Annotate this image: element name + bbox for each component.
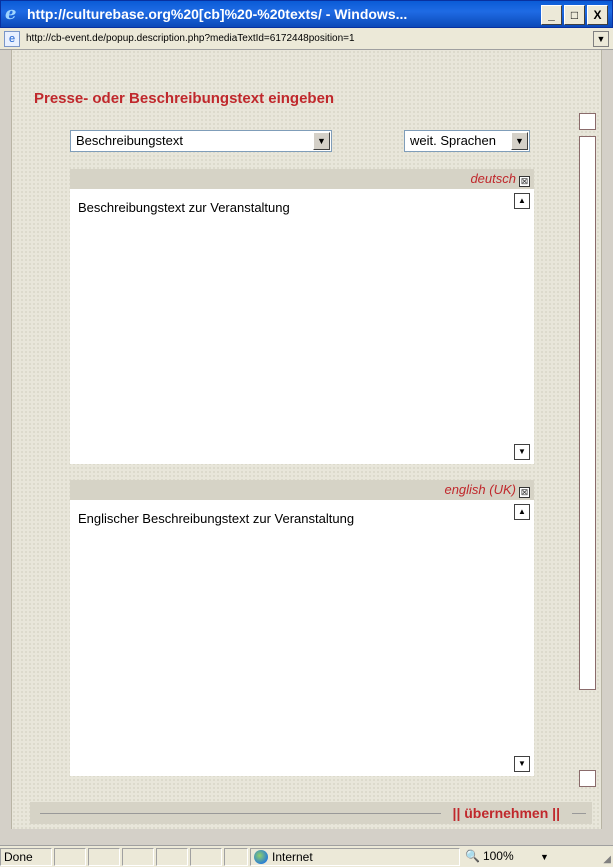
language-select-value: weit. Sprachen — [410, 133, 496, 148]
textarea-content: Beschreibungstext zur Veranstaltung — [78, 200, 290, 215]
maximize-button[interactable]: □ — [564, 5, 585, 25]
page-icon: e — [4, 30, 20, 47]
ie-logo-icon: e — [5, 3, 17, 24]
minimize-button[interactable]: _ — [541, 5, 562, 25]
close-button[interactable]: X — [587, 5, 608, 25]
address-dropdown-button[interactable]: ▼ — [593, 30, 609, 47]
text-type-select[interactable]: Beschreibungstext ▼ — [70, 130, 332, 152]
apply-button[interactable]: || übernehmen || — [453, 805, 560, 821]
address-url[interactable]: http://cb-event.de/popup.description.php… — [26, 33, 593, 44]
window-title: http://culturebase.org%20[cb]%20-%20text… — [27, 6, 408, 22]
page-content: Presse- oder Beschreibungstext eingeben … — [11, 50, 602, 829]
scroll-up-icon[interactable]: ▲ — [514, 504, 530, 520]
status-bar: Done Internet 🔍 100% ▼ ◢ — [0, 845, 613, 867]
zoom-level: 100% — [482, 848, 514, 863]
description-textarea-english[interactable]: Englischer Beschreibungstext zur Veranst… — [70, 500, 534, 776]
scroll-down-icon[interactable]: ▼ — [514, 756, 530, 772]
section-header-deutsch: deutsch ⊠ — [70, 169, 534, 189]
chevron-down-icon[interactable]: ▼ — [511, 132, 528, 150]
status-cell — [224, 847, 248, 866]
zoom-dropdown-icon[interactable]: ▼ — [540, 852, 549, 862]
divider — [572, 812, 586, 814]
remove-section-icon[interactable]: ⊠ — [519, 176, 530, 187]
status-cell — [54, 847, 86, 866]
resize-grip-icon[interactable]: ◢ — [603, 854, 611, 865]
zoom-icon: 🔍 — [465, 848, 480, 863]
page-scroll-up-button[interactable] — [579, 113, 596, 130]
status-cell — [156, 847, 188, 866]
text-type-value: Beschreibungstext — [76, 133, 183, 148]
description-textarea-deutsch[interactable]: Beschreibungstext zur Veranstaltung ▲ ▼ — [70, 189, 534, 464]
status-cell — [122, 847, 154, 866]
globe-icon — [254, 849, 268, 864]
address-bar: e http://cb-event.de/popup.description.p… — [0, 28, 613, 50]
section-header-english: english (UK) ⊠ — [70, 480, 534, 500]
page-scrollbar-track[interactable] — [579, 136, 596, 690]
zoom-control[interactable]: 🔍 100% — [462, 848, 534, 866]
window-controls: _ □ X — [541, 5, 608, 25]
footer-bar: || übernehmen || — [30, 802, 592, 824]
divider — [40, 812, 441, 814]
language-select[interactable]: weit. Sprachen ▼ — [404, 130, 530, 152]
section-lang-label: deutsch — [470, 171, 516, 186]
scroll-down-icon[interactable]: ▼ — [514, 444, 530, 460]
status-text: Done — [0, 847, 52, 866]
remove-section-icon[interactable]: ⊠ — [519, 487, 530, 498]
textarea-content: Englischer Beschreibungstext zur Veranst… — [78, 511, 355, 526]
zone-label: Internet — [272, 849, 313, 864]
page-scroll-down-button[interactable] — [579, 770, 596, 787]
status-cell — [88, 847, 120, 866]
page-title: Presse- oder Beschreibungstext eingeben — [34, 90, 335, 107]
window-titlebar: e http://culturebase.org%20[cb]%20-%20te… — [0, 0, 613, 28]
security-zone: Internet — [250, 847, 460, 866]
status-cell — [190, 847, 222, 866]
scroll-up-icon[interactable]: ▲ — [514, 193, 530, 209]
chevron-down-icon[interactable]: ▼ — [313, 132, 330, 150]
section-lang-label: english (UK) — [444, 482, 516, 497]
